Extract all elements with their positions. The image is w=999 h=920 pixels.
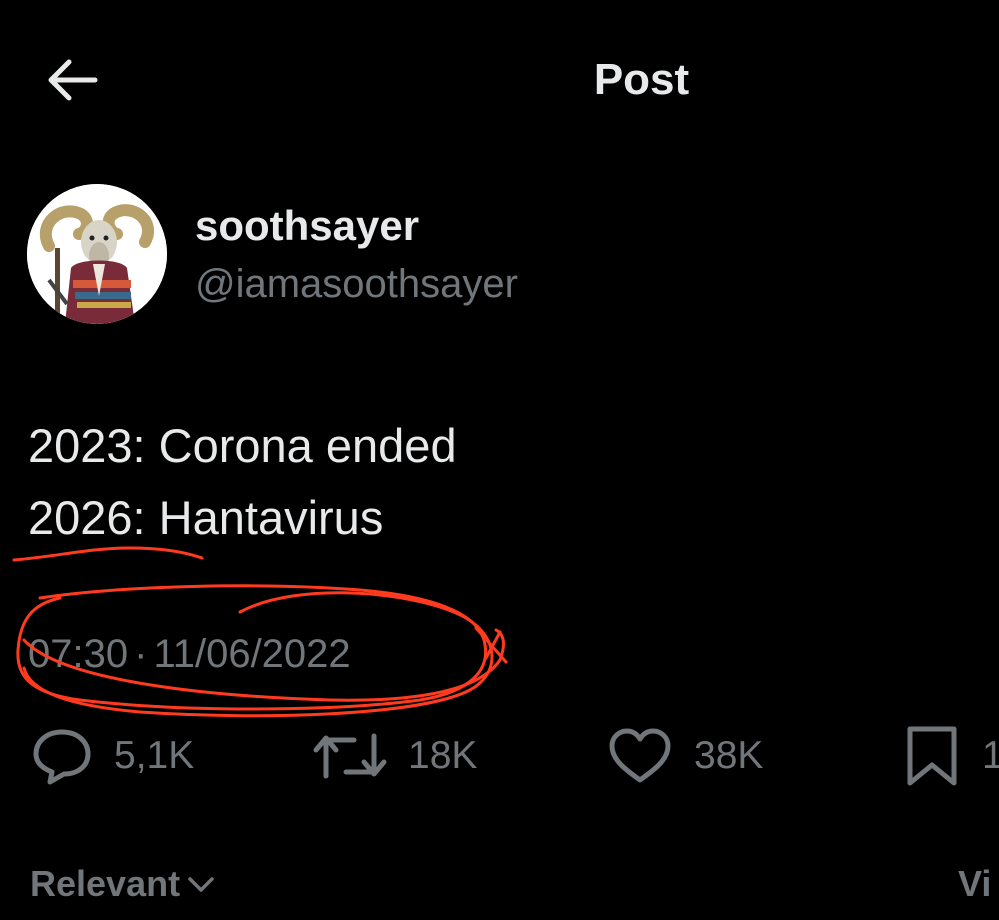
tweet-line: 2026: Hantavirus: [28, 491, 384, 544]
repost-count: 18K: [408, 734, 478, 777]
repost-button[interactable]: 18K: [312, 724, 477, 788]
like-button[interactable]: 38K: [606, 724, 763, 788]
replies-sort-bar: Relevant Vi: [0, 852, 999, 920]
tweet-text: 2023: Corona ended 2026: Hantavirus: [28, 410, 457, 554]
bookmark-icon: [907, 726, 957, 786]
bookmark-button[interactable]: 1: [902, 724, 999, 788]
reply-button[interactable]: 5,1K: [30, 724, 194, 788]
post-action-bar: 5,1K 18K 38K 1: [0, 724, 999, 788]
post-date: 11/06/2022: [153, 632, 351, 676]
page-title: Post: [593, 55, 690, 104]
bookmark-count: 1: [982, 734, 999, 777]
post-timestamp[interactable]: 07:30 · 11/06/2022: [28, 628, 351, 680]
post-time: 07:30: [28, 632, 129, 676]
avatar[interactable]: [27, 184, 167, 324]
sort-dropdown[interactable]: Relevant: [30, 858, 218, 910]
reply-icon: [33, 729, 91, 785]
reply-count: 5,1K: [114, 734, 195, 777]
tweet-line: 2023: Corona ended: [28, 419, 457, 472]
sort-label: Relevant: [30, 863, 181, 904]
chevron-down-icon: [188, 877, 214, 892]
heart-icon: [609, 728, 671, 783]
author-handle[interactable]: @iamasoothsayer: [195, 258, 518, 310]
like-count: 38K: [694, 734, 764, 777]
repost-icon: [313, 733, 387, 779]
timestamp-separator: ·: [134, 632, 148, 676]
soothsayer-avatar-image: [27, 184, 167, 324]
author-display-name[interactable]: soothsayer: [195, 200, 419, 252]
post-header: Post: [0, 0, 999, 160]
red-circle-mark: [474, 626, 508, 664]
view-link[interactable]: Vi: [958, 858, 999, 910]
